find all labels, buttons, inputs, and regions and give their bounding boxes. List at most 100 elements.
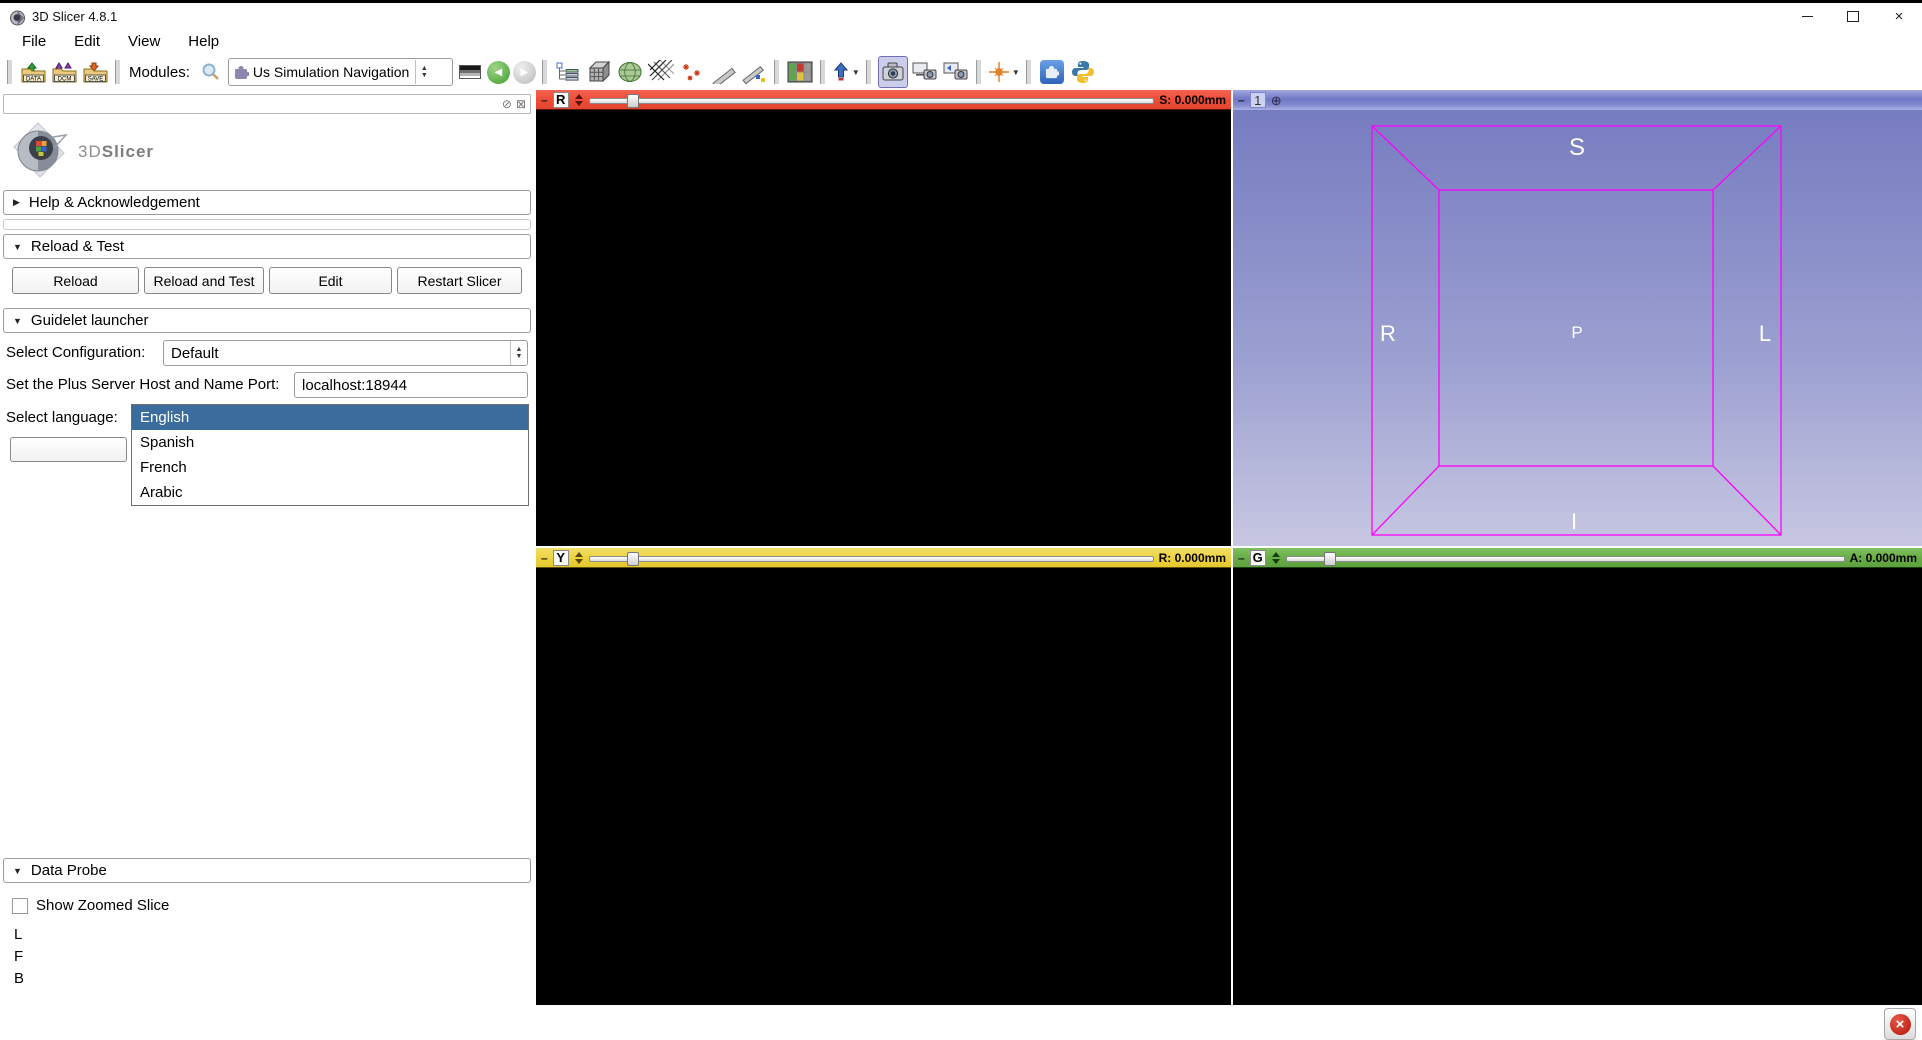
save-button[interactable]: SAVE — [81, 57, 109, 87]
orientation-cube: S R P L I — [1233, 110, 1922, 546]
load-data-button[interactable]: DATA — [19, 57, 47, 87]
reload-and-test-button[interactable]: Reload and Test — [144, 267, 264, 294]
volume-rendering-button[interactable] — [585, 57, 613, 87]
reload-button[interactable]: Reload — [12, 267, 139, 294]
slider-groove — [589, 556, 1154, 562]
yellow-slice-viewport[interactable] — [536, 568, 1231, 1005]
language-apply-button[interactable] — [10, 437, 127, 462]
threed-view-label[interactable]: 1 — [1250, 92, 1266, 108]
modules-combobox[interactable]: Us Simulation Navigation ▲ ▼ — [228, 58, 453, 86]
slider-handle[interactable] — [627, 94, 639, 108]
extensions-manager-button[interactable] — [1038, 57, 1066, 87]
section-guidelet-launcher[interactable]: ▼ Guidelet launcher — [3, 308, 531, 333]
slider-handle[interactable] — [1324, 552, 1336, 566]
center-view-icon[interactable]: ⊕ — [1271, 94, 1282, 107]
toolbar-handle[interactable] — [115, 60, 121, 84]
configuration-spinner[interactable]: ▲ ▼ — [510, 341, 527, 365]
toolbar-handle[interactable] — [820, 60, 826, 84]
python-console-button[interactable] — [1069, 57, 1097, 87]
spinner-up-icon: ▲ — [421, 65, 428, 72]
language-option-spanish[interactable]: Spanish — [132, 430, 528, 455]
error-log-button[interactable]: × — [1884, 1008, 1916, 1040]
main-toolbar: DATA DCM SAVE Modules: — [0, 54, 1922, 90]
history-forward-button[interactable]: ▶ — [513, 61, 536, 84]
slice-link-icon[interactable] — [1271, 551, 1281, 565]
slicer-logo-text: 3DSlicer — [78, 142, 154, 162]
edit-button[interactable]: Edit — [269, 267, 392, 294]
restart-slicer-button[interactable]: Restart Slicer — [397, 267, 522, 294]
language-option-french[interactable]: French — [132, 455, 528, 480]
menu-view[interactable]: View — [114, 33, 174, 50]
toolbar-handle[interactable] — [976, 60, 982, 84]
toolbar-handle[interactable] — [866, 60, 872, 84]
module-history-icon — [556, 62, 580, 82]
spinner-down-icon: ▼ — [516, 353, 523, 360]
green-slice-slider[interactable] — [1286, 550, 1845, 566]
panel-help-icon[interactable]: ⊘ — [502, 98, 512, 110]
status-bar: × — [0, 1005, 1922, 1040]
mesh-editor-button[interactable] — [647, 57, 675, 87]
modules-combo-value: Us Simulation Navigation — [249, 64, 415, 80]
layout-selector-button[interactable] — [786, 57, 814, 87]
section-data-probe[interactable]: ▼ Data Probe — [3, 858, 531, 883]
layout-grid-icon — [787, 61, 813, 83]
module-history-button[interactable] — [554, 57, 582, 87]
language-option-english[interactable]: English — [132, 405, 528, 430]
panel-close-icon[interactable]: ⊠ — [516, 98, 526, 110]
server-port-value: localhost:18944 — [295, 377, 527, 394]
toolbar-handle[interactable] — [1026, 60, 1032, 84]
menu-help[interactable]: Help — [174, 33, 233, 50]
slice-link-icon[interactable] — [574, 551, 584, 565]
maximize-button[interactable] — [1830, 3, 1876, 30]
yellow-view-label[interactable]: Y — [553, 550, 569, 566]
history-back-button[interactable]: ◀ — [487, 61, 510, 84]
models-button[interactable] — [616, 57, 644, 87]
collapse-pin-icon[interactable]: – — [541, 552, 548, 564]
window-level-button[interactable] — [456, 57, 484, 87]
toolbar-handle[interactable] — [7, 60, 13, 84]
toolbar-handle[interactable] — [542, 60, 548, 84]
ruler-icon — [710, 60, 736, 84]
threed-viewport[interactable]: S R P L I — [1233, 110, 1922, 546]
restore-scene-view-button[interactable] — [942, 57, 970, 87]
configuration-combobox[interactable]: Default ▲ ▼ — [163, 340, 528, 366]
crosshair-icon — [988, 61, 1010, 83]
section-help-acknowledgement[interactable]: ▶ Help & Acknowledgement — [3, 190, 531, 215]
slicer-app-window: 3D Slicer 4.8.1 × File Edit View Help DA… — [0, 0, 1922, 1040]
slice-link-icon[interactable] — [574, 93, 584, 107]
show-zoomed-slice-checkbox[interactable] — [12, 898, 28, 914]
server-port-input[interactable]: localhost:18944 — [294, 372, 528, 398]
scene-view-button[interactable] — [911, 57, 939, 87]
load-dicom-button[interactable]: DCM — [50, 57, 78, 87]
collapse-pin-icon[interactable]: – — [1238, 94, 1245, 106]
yellow-slice-slider[interactable] — [589, 550, 1154, 566]
ruler-button[interactable] — [709, 57, 737, 87]
collapse-pin-icon[interactable]: – — [1238, 552, 1245, 564]
red-slice-viewport[interactable] — [536, 110, 1231, 546]
markups-button[interactable] — [678, 57, 706, 87]
server-port-label: Set the Plus Server Host and Name Port: — [6, 372, 279, 398]
red-slice-slider[interactable] — [589, 92, 1155, 108]
module-search-button[interactable] — [197, 57, 225, 87]
modules-combo-spinner[interactable]: ▲ ▼ — [415, 60, 432, 84]
chevron-down-icon: ▼ — [13, 866, 22, 876]
close-button[interactable]: × — [1876, 3, 1922, 30]
orientation-label-right: R — [1380, 321, 1396, 346]
menu-file[interactable]: File — [8, 33, 60, 50]
language-option-arabic[interactable]: Arabic — [132, 480, 528, 505]
crosshair-button[interactable]: ▼ — [988, 57, 1020, 87]
toolbar-handle[interactable] — [774, 60, 780, 84]
mouse-interaction-button[interactable]: ▼ — [832, 57, 860, 87]
collapse-pin-icon[interactable]: – — [541, 94, 548, 106]
annotations-button[interactable] — [740, 57, 768, 87]
red-view-label[interactable]: R — [553, 92, 569, 108]
green-slice-viewport[interactable] — [1233, 568, 1922, 1005]
section-reload-test[interactable]: ▼ Reload & Test — [3, 234, 531, 259]
screenshot-button[interactable] — [878, 56, 908, 88]
green-view-label[interactable]: G — [1250, 550, 1266, 566]
screenshot-icon — [881, 61, 905, 83]
show-zoomed-slice-row: Show Zoomed Slice — [12, 897, 169, 914]
menu-edit[interactable]: Edit — [60, 33, 114, 50]
slider-handle[interactable] — [627, 552, 639, 566]
minimize-button[interactable] — [1784, 3, 1830, 30]
